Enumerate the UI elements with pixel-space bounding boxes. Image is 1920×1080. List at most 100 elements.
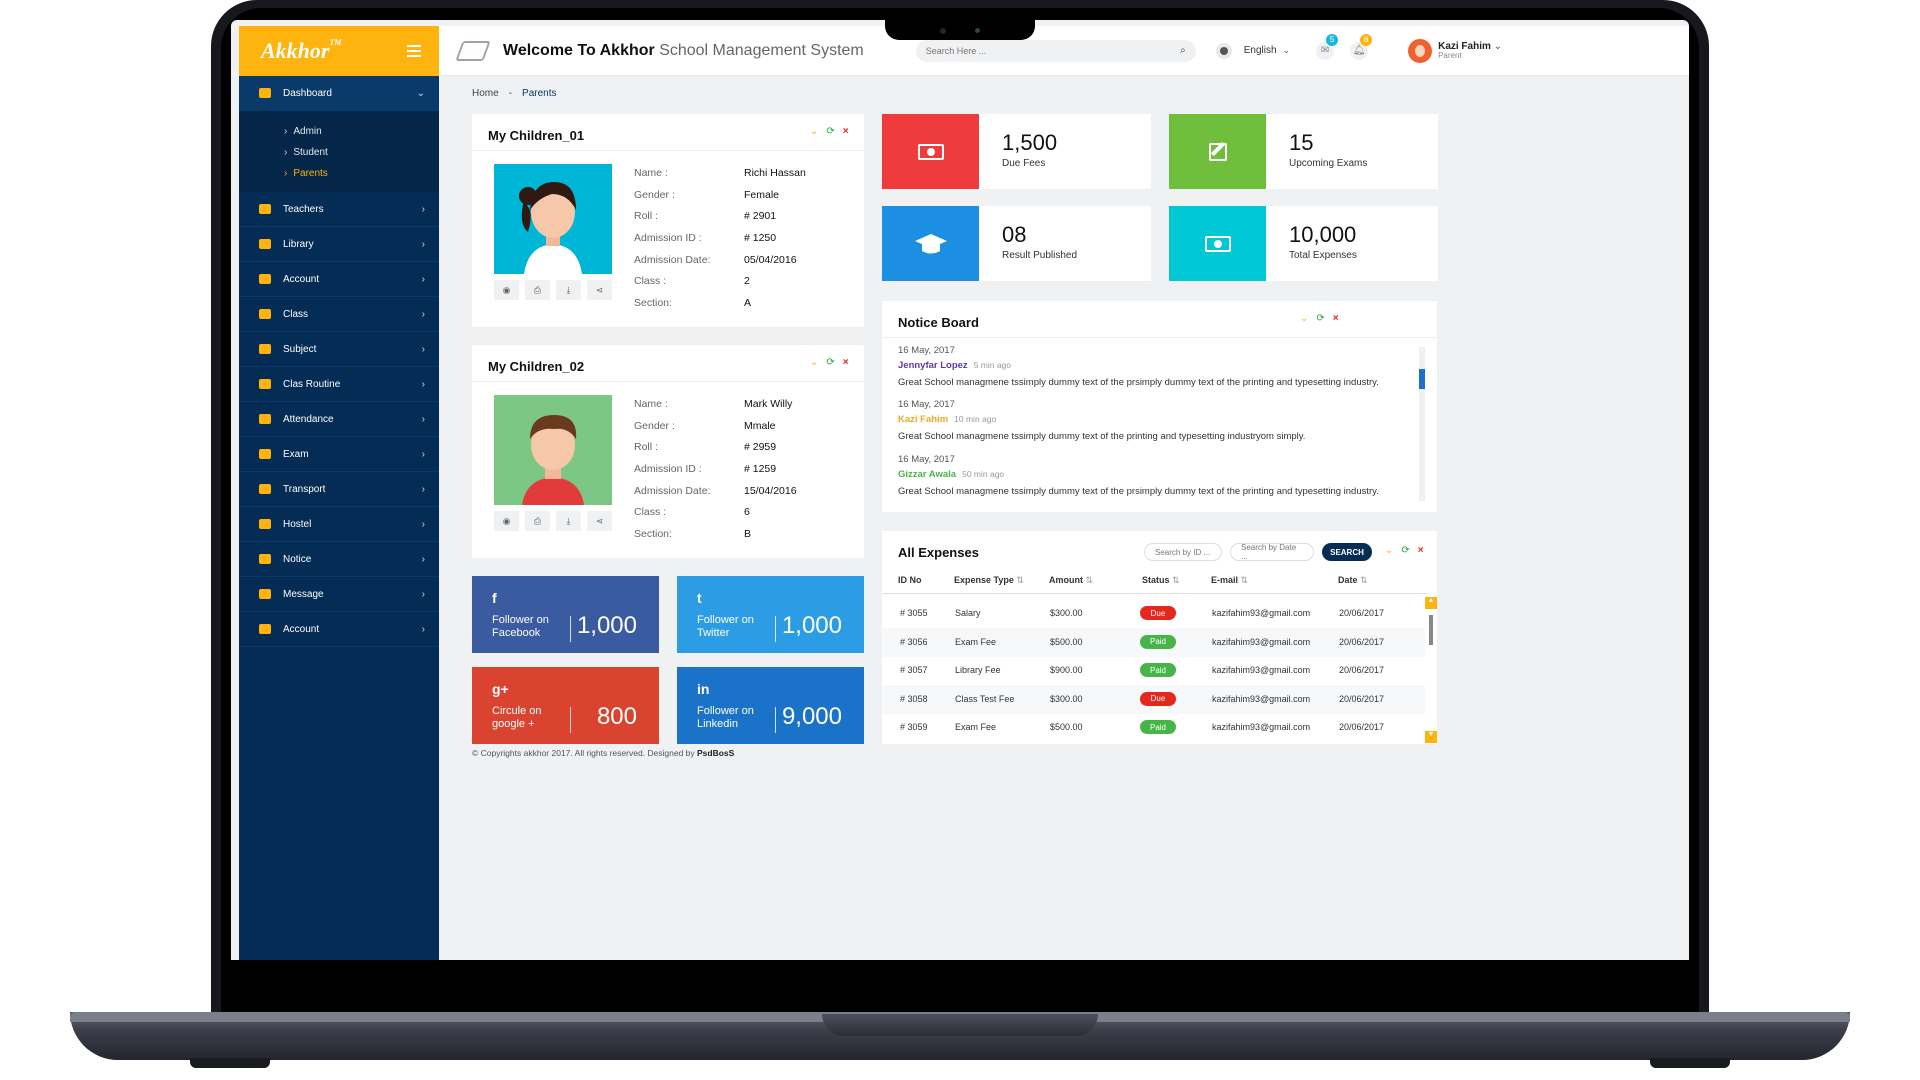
search-input[interactable]: Search Here ... ⌕	[915, 39, 1196, 62]
info-row: Admission ID : # 1250	[634, 227, 854, 249]
sidebar-item-account[interactable]: Account ›	[239, 262, 439, 297]
refresh-icon[interactable]: ⟳	[826, 126, 834, 137]
info-row: Gender : Mmale	[634, 415, 854, 437]
stat-card-result-published[interactable]: 08 Result Published	[882, 206, 1151, 281]
notifications-badge: 8	[1360, 33, 1373, 46]
table-row[interactable]: # 3058 Class Test Fee $300.00 Due kazifahim9…	[882, 684, 1427, 714]
refresh-icon[interactable]: ⟳	[1401, 545, 1409, 556]
language-select[interactable]: English ⌄	[1244, 45, 1290, 56]
sidebar-item-notice[interactable]: Notice ›	[239, 542, 439, 577]
info-row: Roll : # 2901	[634, 205, 854, 227]
info-row: Admission Date: 15/04/2016	[634, 480, 854, 502]
chevron-right-icon: ›	[421, 588, 425, 600]
sidebar-item-subject[interactable]: Subject ›	[239, 332, 439, 367]
chevron-right-icon: ›	[421, 343, 425, 355]
download-icon[interactable]: ⤓	[556, 511, 581, 531]
sidebar-item-dashboard[interactable]: Dashboard ⌄	[239, 76, 439, 111]
notice-scrollbar[interactable]	[1419, 347, 1425, 501]
column-header[interactable]: Amount ⇅	[1049, 575, 1093, 586]
avatar[interactable]	[1408, 38, 1433, 63]
view-icon[interactable]: ◉	[494, 280, 519, 300]
table-row[interactable]: # 3059 Exam Fee $500.00 Paid kazifahim93@gma…	[882, 713, 1427, 742]
sidebar-item-exam[interactable]: Exam ›	[239, 437, 439, 472]
expenses-scrollbar[interactable]: ▲ ▼	[1425, 597, 1437, 743]
submenu-item-student[interactable]: › Student	[284, 142, 439, 163]
logo[interactable]: AkkhorTM	[239, 26, 439, 76]
info-value: # 2959	[744, 441, 777, 454]
share-icon[interactable]: ⋖	[587, 511, 612, 531]
search-icon[interactable]: ⌕	[1180, 45, 1186, 56]
collapse-icon[interactable]: ⌄	[810, 357, 818, 368]
table-cell: Exam Fee	[955, 722, 997, 733]
notice-item[interactable]: 16 May, 2017 Gizzar Awala 50 min ago Great …	[898, 454, 1379, 497]
sidebar-item-teachers[interactable]: Teachers ›	[239, 192, 439, 227]
print-icon[interactable]: ⎙	[525, 280, 550, 300]
sidebar-item-clas-routine[interactable]: Clas Routine ›	[239, 367, 439, 402]
sidebar-item-transport[interactable]: Transport ›	[239, 472, 439, 507]
social-label: Follower on Twitter	[697, 614, 754, 639]
collapse-icon[interactable]: ⌄	[1300, 313, 1308, 324]
info-value: Mark Willy	[744, 397, 793, 410]
menu-icon	[259, 414, 271, 424]
close-icon[interactable]: ×	[1418, 545, 1424, 556]
print-icon[interactable]: ⎙	[525, 511, 550, 531]
share-icon[interactable]: ⋖	[587, 280, 612, 300]
breadcrumb-home[interactable]: Home	[472, 88, 499, 99]
info-value: 05/04/2016	[744, 253, 797, 266]
sidebar-item-attendance[interactable]: Attendance ›	[239, 402, 439, 437]
collapse-icon[interactable]: ⌄	[1385, 545, 1393, 556]
sidebar-item-hostel[interactable]: Hostel ›	[239, 507, 439, 542]
table-cell: kazifahim93@gmail.com	[1212, 693, 1311, 704]
stat-card-due-fees[interactable]: 1,500 Due Fees	[882, 114, 1151, 189]
column-header[interactable]: E-mail ⇅	[1211, 575, 1248, 586]
column-header[interactable]: ID No	[898, 575, 922, 585]
submenu-item-admin[interactable]: › Admin	[284, 121, 439, 142]
social-card-facebook[interactable]: f Follower on Facebook 1,000	[472, 576, 659, 653]
close-icon[interactable]: ×	[1333, 313, 1339, 324]
social-card-linkedin[interactable]: in Follower on Linkedin 9,000	[677, 667, 864, 744]
search-button[interactable]: SEARCH	[1322, 543, 1372, 561]
info-value: Mmale	[744, 419, 776, 432]
view-icon[interactable]: ◉	[494, 511, 519, 531]
table-cell: Exam Fee	[955, 636, 997, 647]
stat-label: Total Expenses	[1289, 250, 1357, 261]
table-cell: # 3055	[900, 608, 928, 618]
search-id-input[interactable]: Search by ID ...	[1144, 543, 1222, 561]
status-badge: Paid	[1140, 634, 1176, 649]
sidebar-item-account[interactable]: Account ›	[239, 612, 439, 647]
refresh-icon[interactable]: ⟳	[826, 357, 834, 368]
info-row: Section: B	[634, 523, 854, 545]
sidebar-item-library[interactable]: Library ›	[239, 227, 439, 262]
stat-card-total-expenses[interactable]: 10,000 Total Expenses	[1169, 206, 1438, 281]
collapse-icon[interactable]: ⌄	[810, 126, 818, 137]
bell-icon[interactable]: 🔔︎ 8	[1350, 33, 1373, 60]
child-photo	[494, 395, 612, 505]
table-cell: # 3057	[900, 665, 928, 676]
column-header[interactable]: Status ⇅	[1142, 575, 1180, 586]
download-icon[interactable]: ⤓	[556, 280, 581, 300]
table-cell: kazifahim93@gmail.com	[1212, 665, 1311, 676]
breadcrumb-current: Parents	[522, 88, 557, 99]
social-card-google-plus[interactable]: g+ Circule on google + 800	[472, 667, 659, 744]
column-header[interactable]: Expense Type ⇅	[954, 575, 1024, 586]
column-header[interactable]: Date ⇅	[1338, 575, 1368, 586]
table-row[interactable]: # 3056 Exam Fee $500.00 Paid kazifahim93@gma…	[882, 627, 1427, 657]
social-card-twitter[interactable]: t Follower on Twitter 1,000	[677, 576, 864, 653]
stat-card-upcoming-exams[interactable]: 15 Upcoming Exams	[1169, 114, 1438, 189]
menu-toggle-icon[interactable]	[407, 45, 421, 57]
submenu-item-parents[interactable]: › Parents	[284, 163, 439, 184]
child-info: Name : Mark Willy Gender : Mmale Roll : # 295…	[634, 393, 854, 545]
notice-item[interactable]: 16 May, 2017 Jennyfar Lopez 5 min ago Great…	[898, 345, 1379, 388]
search-date-input[interactable]: Search by Date ...	[1230, 543, 1314, 561]
sidebar-item-message[interactable]: Message ›	[239, 577, 439, 612]
sidebar-item-class[interactable]: Class ›	[239, 297, 439, 332]
refresh-icon[interactable]: ⟳	[1316, 313, 1324, 324]
notice-item[interactable]: 16 May, 2017 Kazi Fahim 10 min ago Great Sc…	[898, 399, 1305, 442]
close-icon[interactable]: ×	[843, 357, 849, 368]
table-row[interactable]: # 3055 Salary $300.00 Due kazifahim93@gmail.…	[882, 599, 1427, 628]
mail-icon[interactable]: ✉ 5	[1316, 33, 1339, 60]
user-menu[interactable]: Kazi Fahim ⌄ Parent	[1438, 41, 1502, 61]
table-row[interactable]: # 3057 Library Fee $900.00 Paid kazifahim93@…	[882, 656, 1427, 685]
card-title: My Children_01	[488, 128, 585, 143]
close-icon[interactable]: ×	[843, 126, 849, 137]
